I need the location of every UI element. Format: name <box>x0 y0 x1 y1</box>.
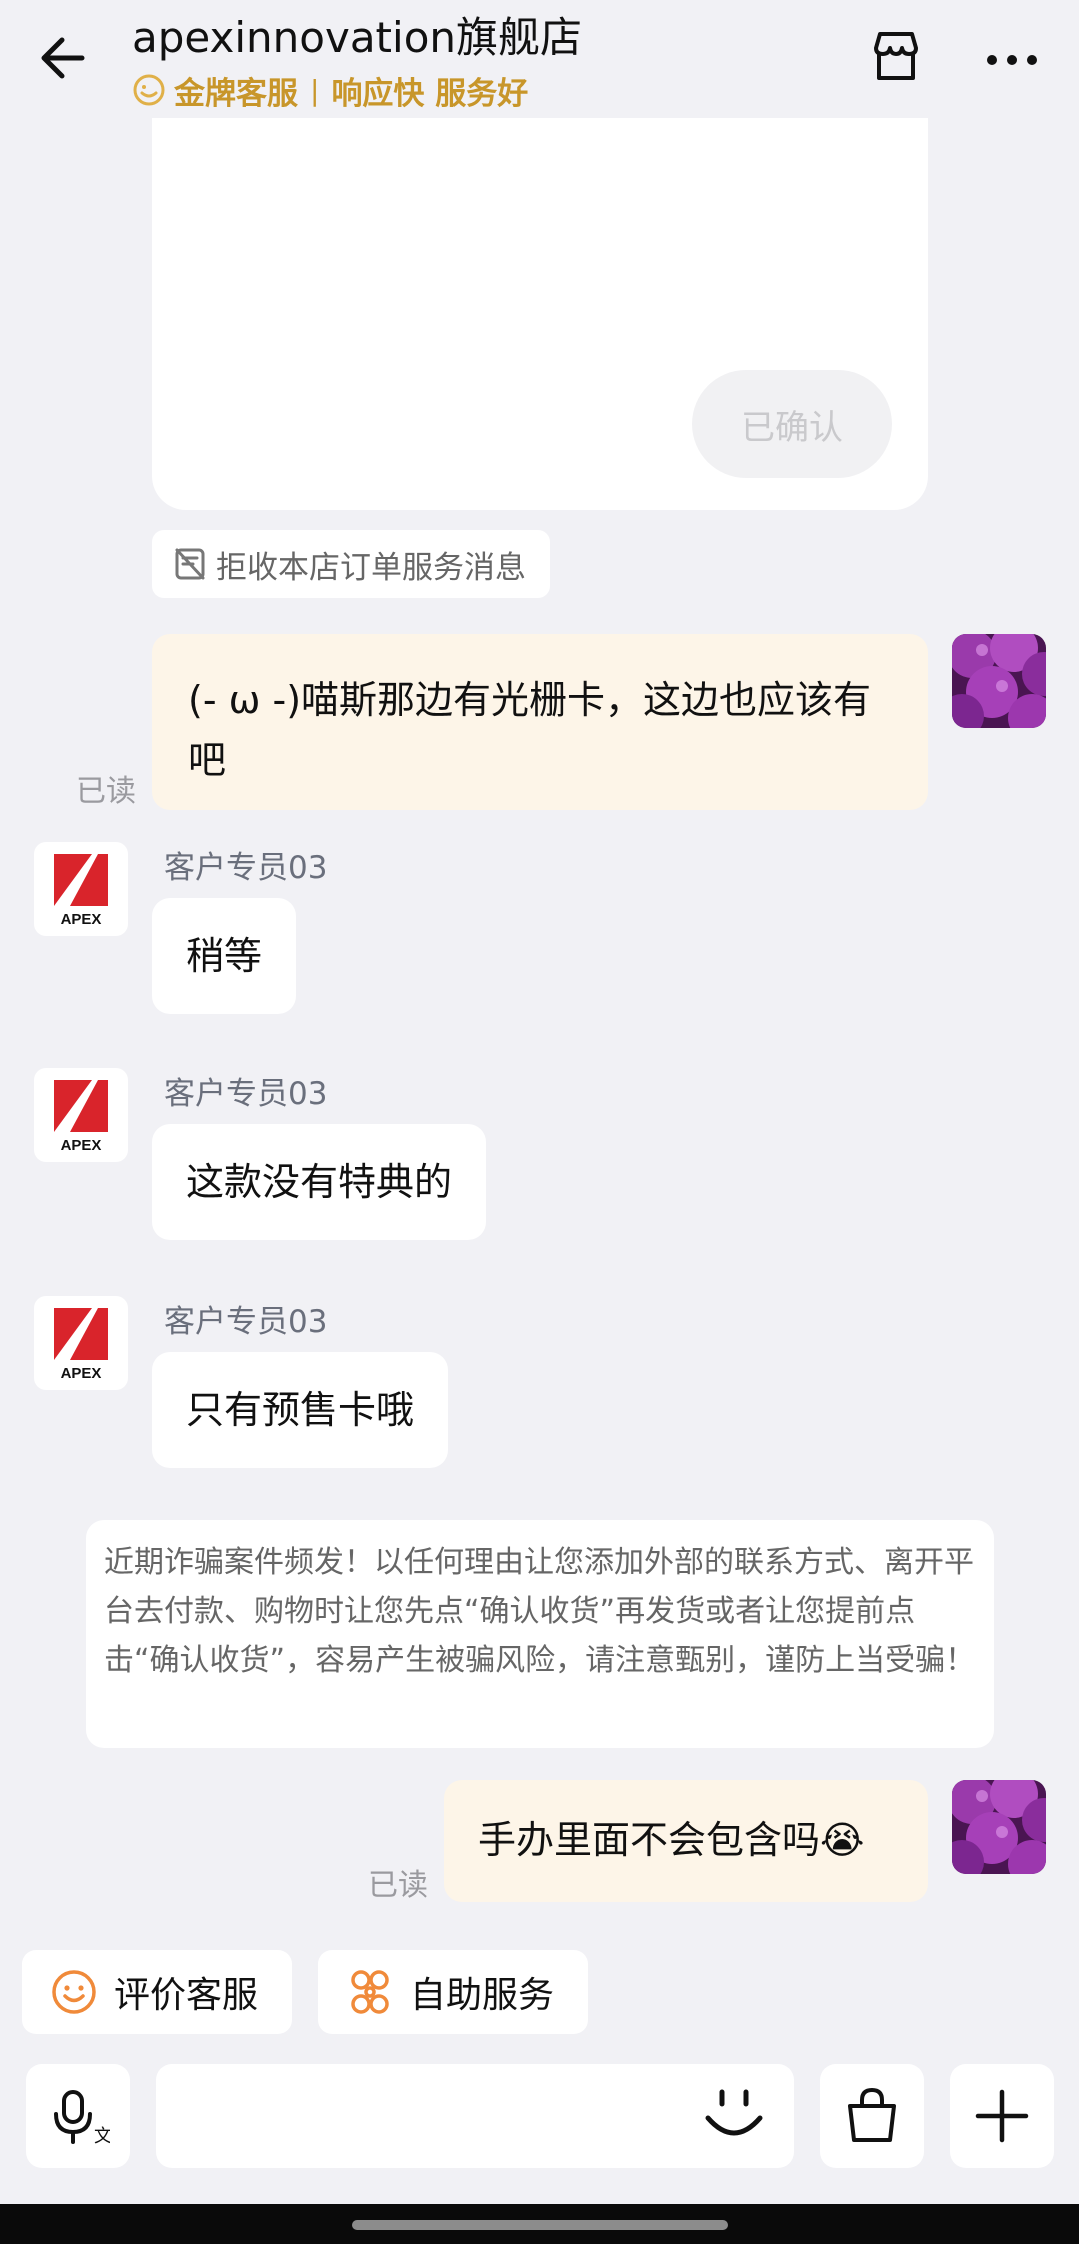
home-indicator[interactable] <box>352 2220 728 2230</box>
sender-name: 客户专员03 <box>164 1304 328 1340</box>
sender-name: 客户专员03 <box>164 1076 328 1112</box>
apex-logo-text: APEX <box>61 1137 102 1154</box>
agent-avatar[interactable]: APEX <box>34 842 128 936</box>
apex-logo-icon: APEX <box>54 1308 108 1382</box>
grid-flower-icon <box>351 1970 389 2014</box>
microphone-translate-icon: 文 <box>54 2090 110 2147</box>
sender-name: 客户专员03 <box>164 850 328 886</box>
apex-logo-icon: APEX <box>54 1080 108 1154</box>
fraud-warning-notice: 近期诈骗案件频发！以任何理由让您添加外部的联系方式、离开平台去付款、购物时让您先… <box>86 1520 994 1748</box>
user-avatar[interactable] <box>952 1780 1046 1874</box>
message-bubble-agent[interactable]: 稍等 <box>152 898 297 1014</box>
confirmed-button[interactable]: 已确认 <box>692 370 892 478</box>
shop-name[interactable]: apexinnovation旗舰店 <box>132 4 582 65</box>
agent-avatar[interactable]: APEX <box>34 1296 128 1390</box>
smiley-icon <box>52 1970 96 2014</box>
reject-label: 拒收本店订单服务消息 <box>216 549 526 586</box>
smiley-badge-icon <box>133 74 165 106</box>
apex-logo-text: APEX <box>61 911 102 928</box>
rate-service-button[interactable]: 评价客服 <box>22 1950 292 2034</box>
emoji-icon[interactable] <box>700 2082 768 2150</box>
plus-icon <box>975 2089 1029 2143</box>
crying-emoji-icon: 😭 <box>820 1818 865 1862</box>
muted-message-icon <box>175 548 205 580</box>
reject-service-messages-button[interactable]: 拒收本店订单服务消息 <box>152 530 550 598</box>
apex-logo-icon: APEX <box>54 854 108 928</box>
read-status: 已读 <box>76 774 136 809</box>
service-tagline: 响应快 服务好 <box>331 75 529 112</box>
apex-logo-text: APEX <box>61 1365 102 1382</box>
more-actions-button[interactable] <box>950 2064 1054 2168</box>
self-service-label: 自助服务 <box>410 1975 555 2016</box>
message-bubble-me[interactable]: (- ω -)喵斯那边有光栅卡，这边也应该有吧 <box>152 634 928 810</box>
message-text: 手办里面不会包含吗 <box>478 1818 821 1862</box>
read-status: 已读 <box>368 1868 428 1903</box>
back-arrow-icon[interactable] <box>36 28 96 88</box>
badge-label: 金牌客服 <box>174 75 298 112</box>
shopping-bag-icon <box>848 2087 896 2142</box>
message-bubble-agent[interactable]: 只有预售卡哦 <box>152 1352 449 1468</box>
products-button[interactable] <box>820 2064 924 2168</box>
service-badge: 金牌客服 | 响应快 服务好 <box>132 68 528 112</box>
self-service-button[interactable]: 自助服务 <box>318 1950 588 2034</box>
message-bubble-agent[interactable]: 这款没有特典的 <box>152 1124 487 1240</box>
message-input[interactable] <box>156 2064 794 2168</box>
store-icon[interactable] <box>866 26 926 86</box>
user-avatar[interactable] <box>952 634 1046 728</box>
translate-glyph: 文 <box>94 2126 110 2147</box>
rate-service-label: 评价客服 <box>114 1975 259 2016</box>
badge-divider: | <box>310 73 320 107</box>
message-bubble-me[interactable]: 手办里面不会包含吗😭 <box>444 1780 928 1902</box>
agent-avatar[interactable]: APEX <box>34 1068 128 1162</box>
voice-input-button[interactable]: 文 <box>26 2064 130 2168</box>
more-options-icon[interactable] <box>982 34 1042 84</box>
